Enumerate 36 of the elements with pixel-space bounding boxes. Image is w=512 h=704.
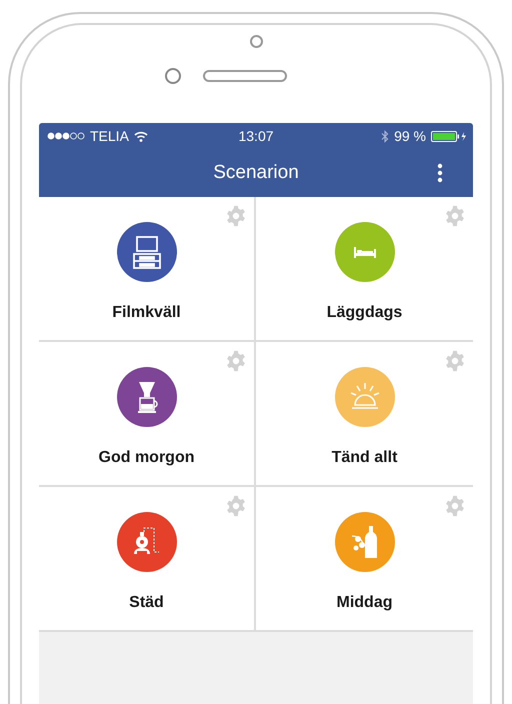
scene-tile[interactable]: Filmkväll bbox=[39, 197, 256, 342]
carrier-name: TELIA bbox=[90, 128, 129, 144]
tv-icon bbox=[116, 222, 176, 282]
scene-label: God morgon bbox=[98, 449, 194, 467]
status-time: 13:07 bbox=[238, 128, 274, 144]
screen-title: Scenarion bbox=[213, 162, 299, 184]
bottle-icon bbox=[334, 512, 394, 572]
scene-label: Middag bbox=[336, 594, 392, 612]
speaker-icon bbox=[203, 70, 287, 82]
scene-label: Filmkväll bbox=[112, 304, 181, 322]
settings-icon[interactable] bbox=[444, 350, 466, 372]
sensor-icon bbox=[165, 68, 181, 84]
scene-label: Tänd allt bbox=[332, 449, 398, 467]
signal-icon bbox=[47, 132, 85, 140]
wifi-icon bbox=[134, 130, 148, 142]
scene-label: Läggdags bbox=[326, 304, 402, 322]
battery-percent: 99 % bbox=[394, 128, 426, 144]
scene-tile[interactable]: Tänd allt bbox=[256, 342, 473, 487]
settings-icon[interactable] bbox=[444, 495, 466, 517]
camera-icon bbox=[250, 35, 262, 48]
scene-tile[interactable]: Middag bbox=[256, 487, 473, 632]
scene-tile[interactable]: Städ bbox=[39, 487, 256, 632]
beacon-icon bbox=[334, 367, 394, 427]
scene-tile[interactable]: Läggdags bbox=[256, 197, 473, 342]
battery-icon bbox=[431, 130, 467, 142]
bluetooth-icon bbox=[381, 130, 390, 142]
settings-icon[interactable] bbox=[225, 205, 247, 227]
settings-icon[interactable] bbox=[225, 495, 247, 517]
scene-tile[interactable]: God morgon bbox=[39, 342, 256, 487]
settings-icon[interactable] bbox=[225, 350, 247, 372]
menu-icon[interactable] bbox=[437, 163, 443, 183]
scene-label: Städ bbox=[129, 594, 164, 612]
vacuum-icon bbox=[116, 512, 176, 572]
coffee-maker-icon bbox=[116, 367, 176, 427]
settings-icon[interactable] bbox=[444, 205, 466, 227]
bed-icon bbox=[334, 222, 394, 282]
